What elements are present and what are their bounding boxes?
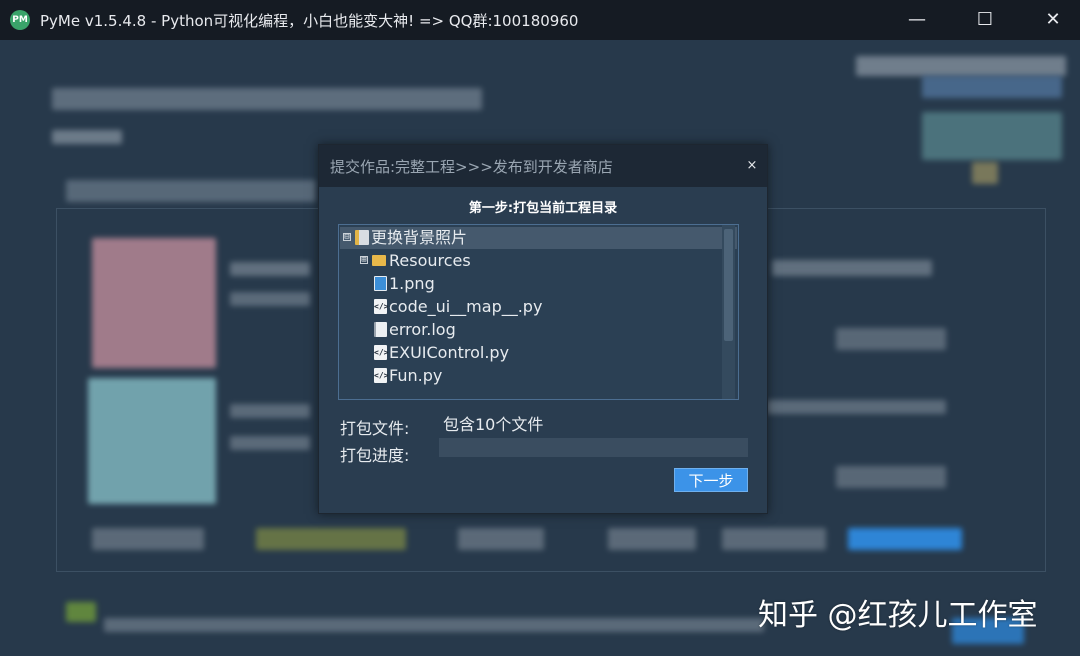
- blurred-text: [230, 292, 310, 306]
- blurred-footer-text: [104, 618, 764, 632]
- blurred-text: [230, 262, 310, 276]
- tree-item-file[interactable]: </> Fun.py: [339, 365, 736, 387]
- project-file-tree[interactable]: ⊟ 更换背景照片 ⊞ Resources 1.png </> code_ui__…: [338, 224, 739, 400]
- watermark-text: 知乎 @红孩儿工作室: [758, 598, 1038, 633]
- publish-dialog: 提交作品:完整工程>>>发布到开发者商店 × 第一步:打包当前工程目录 ⊟ 更换…: [318, 144, 768, 514]
- blurred-button: [836, 466, 946, 488]
- collapse-icon[interactable]: ⊟: [343, 233, 351, 242]
- pack-files-value: 包含10个文件: [443, 415, 544, 434]
- blurred-button: [92, 528, 204, 550]
- blurred-thumbnail-2: [88, 378, 216, 504]
- blurred-text: [230, 436, 310, 450]
- expand-icon[interactable]: ⊞: [360, 256, 368, 265]
- tree-item-label: EXUIControl.py: [389, 343, 510, 362]
- app-logo-icon: PM: [10, 10, 30, 30]
- step-title: 第一步:打包当前工程目录: [468, 201, 618, 216]
- window-title: PyMe v1.5.4.8 - Python可视化编程，小白也能变大神! => …: [40, 12, 579, 30]
- tree-item-label: Fun.py: [389, 366, 443, 385]
- tree-item-file[interactable]: 1.png: [339, 273, 736, 295]
- tree-item-file[interactable]: </> EXUIControl.py: [339, 342, 736, 364]
- tree-item-label: 1.png: [389, 274, 435, 293]
- blurred-text: [772, 260, 932, 276]
- tree-item-file[interactable]: </> code_ui__map__.py: [339, 296, 736, 318]
- dialog-close-button[interactable]: ×: [745, 159, 759, 173]
- blurred-button: [722, 528, 826, 550]
- python-file-icon: </>: [374, 345, 388, 360]
- blurred-button: [608, 528, 696, 550]
- blurred-text: [52, 130, 122, 144]
- tree-item-file[interactable]: error.log: [339, 319, 736, 341]
- next-step-button[interactable]: 下一步: [674, 468, 748, 492]
- pack-progress-label: 打包进度:: [340, 446, 410, 465]
- window-titlebar[interactable]: PM PyMe v1.5.4.8 - Python可视化编程，小白也能变大神! …: [0, 0, 1080, 40]
- blurred-toolbar: [66, 180, 316, 202]
- blurred-button: [256, 528, 406, 550]
- tree-item-label: 更换背景照片: [371, 228, 468, 247]
- tree-item-resources[interactable]: ⊞ Resources: [339, 250, 736, 272]
- blurred-text: [230, 404, 310, 418]
- blurred-text: [766, 400, 946, 414]
- blurred-button: [458, 528, 544, 550]
- tree-item-label: code_ui__map__.py: [389, 297, 543, 316]
- text-file-icon: [374, 322, 387, 337]
- tree-scrollbar-thumb[interactable]: [724, 229, 733, 341]
- tree-item-label: error.log: [389, 320, 456, 339]
- blurred-button: [836, 328, 946, 350]
- dialog-header[interactable]: 提交作品:完整工程>>>发布到开发者商店 ×: [319, 145, 767, 187]
- tree-item-project-root[interactable]: ⊟ 更换背景照片: [340, 227, 737, 249]
- blurred-top-right: [856, 56, 1066, 76]
- close-window-button[interactable]: ✕: [1030, 6, 1076, 34]
- project-root-icon: [355, 230, 369, 245]
- image-file-icon: [374, 276, 387, 291]
- blurred-thumbnail-1: [92, 238, 216, 368]
- pack-progress-bar: [439, 438, 748, 457]
- blurred-heading: [52, 88, 482, 110]
- python-file-icon: </>: [374, 368, 388, 383]
- blurred-primary-button: [848, 528, 962, 550]
- dialog-title: 提交作品:完整工程>>>发布到开发者商店: [330, 158, 613, 176]
- tree-scrollbar[interactable]: [722, 225, 735, 399]
- watermark: 知乎 @红孩儿工作室: [758, 590, 1038, 634]
- blurred-badge: [972, 162, 998, 184]
- python-file-icon: </>: [374, 299, 388, 314]
- blurred-user-block: [922, 112, 1062, 160]
- folder-icon: [372, 255, 386, 266]
- maximize-button[interactable]: ☐: [962, 6, 1008, 34]
- blurred-icon: [66, 602, 96, 622]
- minimize-button[interactable]: —: [894, 6, 940, 34]
- tree-item-label: Resources: [389, 251, 471, 270]
- blurred-avatar-row: [922, 76, 1062, 98]
- pack-files-label: 打包文件:: [340, 419, 410, 438]
